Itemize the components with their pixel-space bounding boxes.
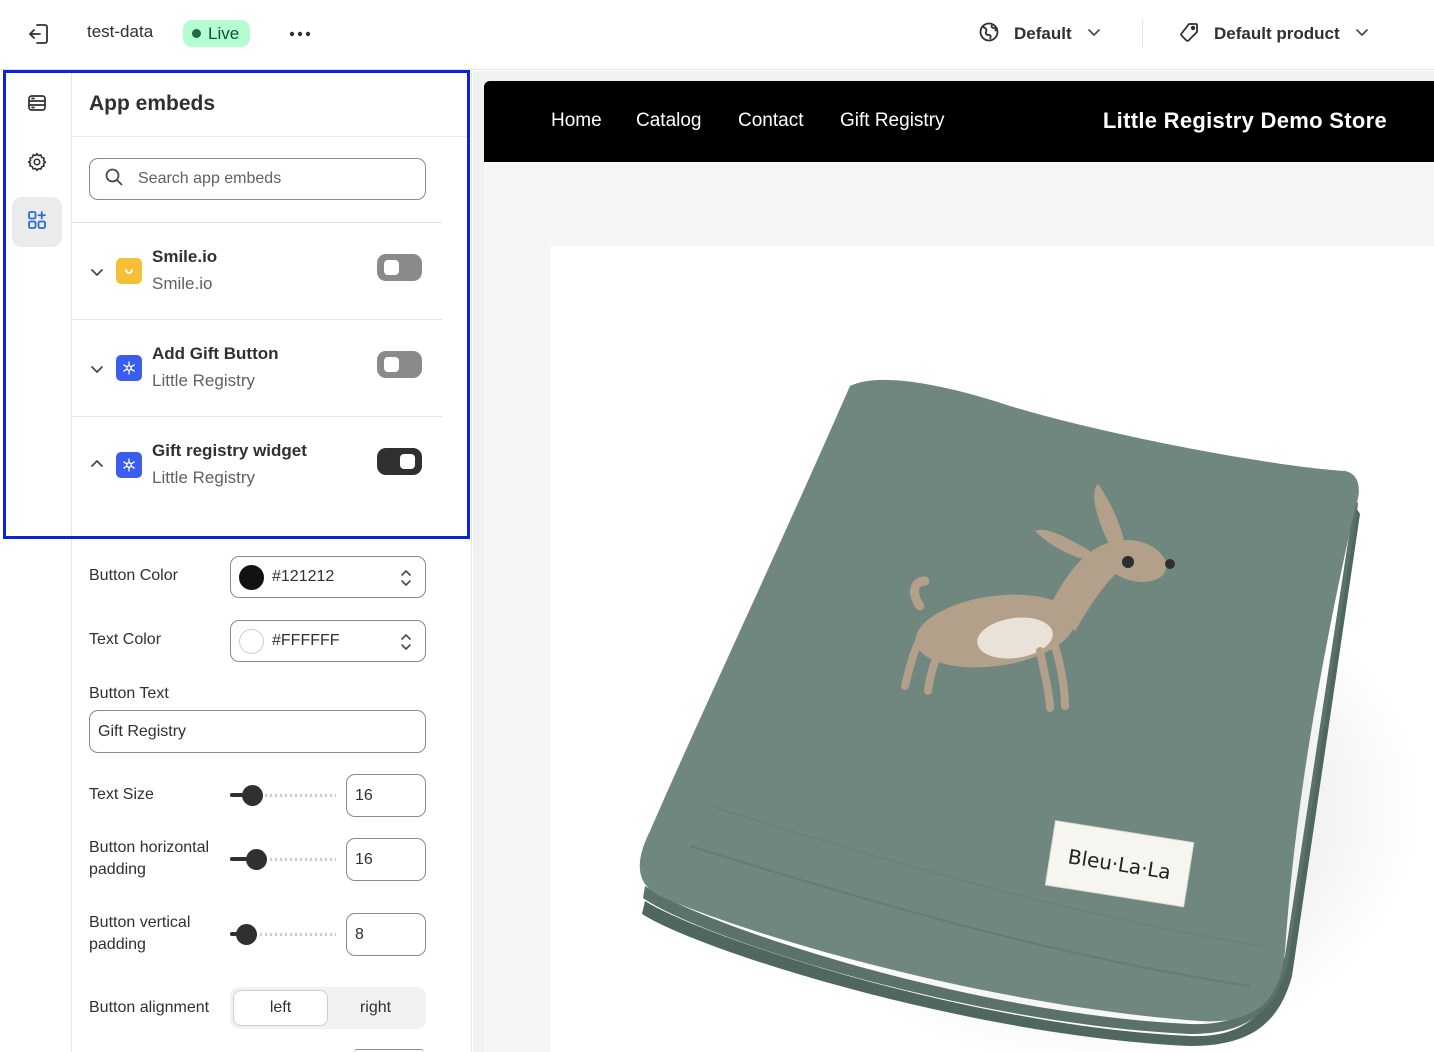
exit-icon[interactable] [26,21,52,47]
smile-icon [116,258,142,284]
status-dot-icon [192,29,201,38]
alignment-label: Button alignment [89,999,210,1016]
theme-selector-label: Default [1014,24,1072,43]
apps-icon [26,209,48,236]
button-text-input[interactable] [89,710,426,753]
button-color-picker[interactable]: #121212 [230,556,426,598]
vertical-padding-label: Button vertical padding [89,914,191,953]
app-embeds-panel: App embeds Smile.io Smile.io Add Gift Bu… [72,71,472,1052]
status-badge: Live [183,20,251,47]
status-badge-label: Live [208,23,240,43]
alignment-segmented-control: left right [230,987,426,1029]
color-swatch [239,628,264,654]
theme-settings-rail-button[interactable] [12,139,62,189]
chevron-down-icon [1354,24,1370,45]
more-actions-icon[interactable] [286,22,314,46]
button-text-label: Button Text [89,685,169,702]
text-color-picker[interactable]: #FFFFFF [230,620,426,662]
select-arrows-icon [399,632,413,652]
chevron-down-icon [1086,24,1102,45]
text-color-label: Text Color [89,631,162,648]
nav-link-gift-registry[interactable]: Gift Registry [840,110,945,132]
template-selector[interactable]: Default product [1178,20,1370,48]
embed-app-name: Little Registry [152,468,255,487]
embed-name: Smile.io [152,247,218,266]
nav-link-contact[interactable]: Contact [738,110,803,132]
slider-thumb[interactable] [246,849,267,870]
chevron-up-icon[interactable] [89,456,105,472]
vertical-padding-slider[interactable] [230,923,336,945]
embed-row-gift-registry-widget[interactable]: Gift registry widget Little Registry [72,417,442,513]
app-embeds-rail-button[interactable] [12,197,62,247]
slider-thumb[interactable] [242,785,263,806]
sections-rail-button[interactable] [12,80,62,130]
embed-toggle[interactable] [377,254,422,281]
store-header: Home Catalog Contact Gift Registry Littl… [484,81,1434,162]
vertical-padding-input[interactable] [346,913,426,956]
store-name: test-data [87,22,154,41]
text-color-value: #FFFFFF [272,632,340,649]
text-size-label: Text Size [89,786,154,803]
template-selector-label: Default product [1214,24,1340,43]
gear-icon [26,151,48,178]
nav-link-catalog[interactable]: Catalog [636,110,702,132]
theme-selector[interactable]: Default [978,20,1102,48]
search-input[interactable] [138,170,398,188]
divider [72,136,472,137]
embed-name: Gift registry widget [152,441,307,460]
sections-icon [26,92,48,119]
embed-row-add-gift-button[interactable]: Add Gift Button Little Registry [72,320,442,416]
snowflake-icon [116,452,142,478]
search-icon [104,167,124,192]
embed-row-smile[interactable]: Smile.io Smile.io [72,223,442,319]
store-title[interactable]: Little Registry Demo Store [1103,108,1387,134]
search-field[interactable] [89,158,426,200]
horizontal-padding-slider[interactable] [230,848,336,870]
product-image-card: Bleu·La·La [550,246,1434,1052]
editor-icon-rail [0,71,72,1052]
text-size-input[interactable] [346,774,426,817]
embed-toggle[interactable] [377,351,422,378]
panel-title: App embeds [89,92,216,115]
tag-icon [1178,21,1200,48]
horizontal-padding-input[interactable] [346,838,426,881]
alignment-right-option[interactable]: right [328,990,423,1026]
color-swatch [239,564,264,590]
embed-toggle[interactable] [377,448,422,475]
globe-icon [978,21,1000,48]
snowflake-icon [116,355,142,381]
preview-frame: Home Catalog Contact Gift Registry Littl… [484,81,1434,1052]
divider [1142,20,1143,48]
embed-app-name: Smile.io [152,274,213,293]
alignment-left-option[interactable]: left [233,990,328,1026]
horizontal-padding-label: Button horizontal padding [89,839,210,878]
embed-name: Add Gift Button [152,344,279,363]
select-arrows-icon [399,568,413,588]
chevron-down-icon[interactable] [89,264,105,280]
store-preview: Home Catalog Contact Gift Registry Littl… [473,71,1434,1052]
text-size-slider[interactable] [230,784,336,806]
product-image: Bleu·La·La [639,379,1420,1052]
button-color-value: #121212 [272,568,335,585]
nav-link-home[interactable]: Home [551,110,602,132]
top-bar: test-data Live Default Default product [0,0,1434,70]
chevron-down-icon[interactable] [89,361,105,377]
button-color-label: Button Color [89,567,178,584]
slider-thumb[interactable] [236,924,257,945]
embed-app-name: Little Registry [152,371,255,390]
